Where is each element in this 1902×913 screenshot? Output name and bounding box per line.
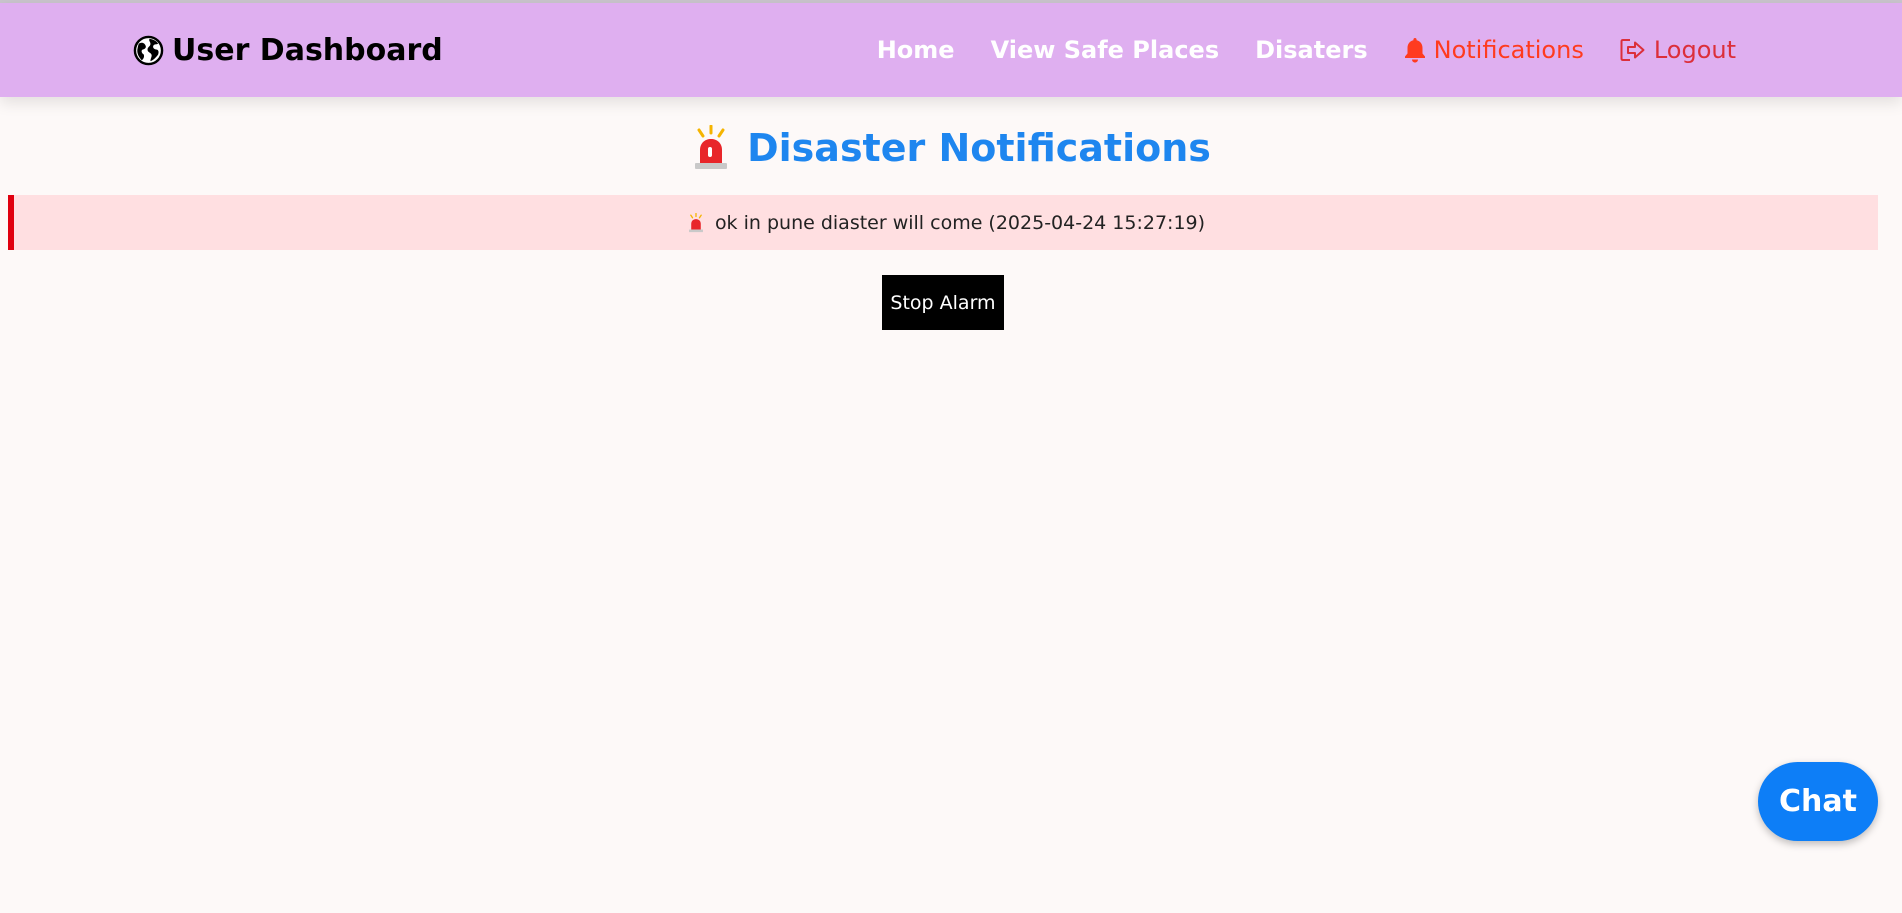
page-title: Disaster Notifications	[0, 118, 1902, 178]
globe-icon	[133, 35, 164, 66]
notification-alert: ok in pune diaster will come (2025-04-24…	[8, 195, 1878, 250]
siren-icon	[691, 125, 731, 171]
chat-button[interactable]: Chat	[1758, 762, 1878, 841]
siren-icon	[687, 212, 705, 233]
page-title-text: Disaster Notifications	[747, 126, 1211, 170]
notification-text: ok in pune diaster will come (2025-04-24…	[714, 211, 1206, 234]
nav-notifications-link[interactable]: Notifications	[1404, 36, 1584, 64]
nav-safe-places-link[interactable]: View Safe Places	[991, 36, 1220, 64]
main-nav: Home View Safe Places Disaters Notificat…	[877, 3, 1736, 97]
navbar: User Dashboard Home View Safe Places Dis…	[0, 3, 1902, 97]
nav-disasters-link[interactable]: Disaters	[1255, 36, 1368, 64]
brand-title: User Dashboard	[172, 32, 443, 68]
brand[interactable]: User Dashboard	[133, 3, 443, 97]
bell-icon	[1404, 37, 1426, 63]
nav-logout-label: Logout	[1653, 36, 1736, 64]
nav-logout-link[interactable]: Logout	[1620, 36, 1736, 64]
stop-alarm-button[interactable]: Stop Alarm	[882, 275, 1004, 330]
nav-home-link[interactable]: Home	[877, 36, 955, 64]
nav-notifications-label: Notifications	[1433, 36, 1584, 64]
logout-icon	[1620, 38, 1646, 62]
